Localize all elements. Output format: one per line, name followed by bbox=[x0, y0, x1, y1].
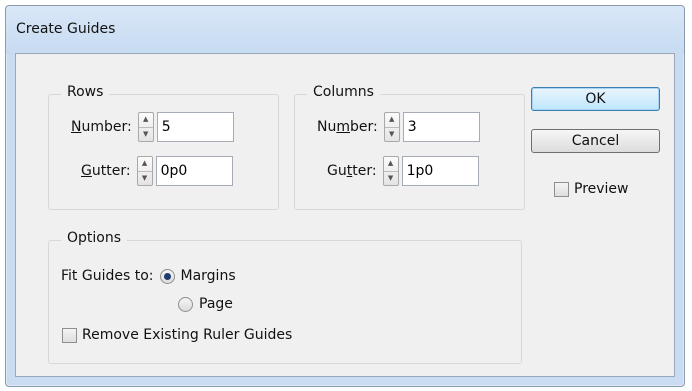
page-radio-label[interactable]: Page bbox=[199, 296, 233, 312]
rows-number-spinner[interactable]: ▲ ▼ bbox=[137, 112, 154, 142]
rows-group: Rows Number: ▲ ▼ Gutter: ▲ ▼ bbox=[48, 84, 279, 210]
columns-number-spinner[interactable]: ▲ ▼ bbox=[383, 112, 400, 142]
columns-gutter-input[interactable] bbox=[401, 156, 479, 186]
spinner-down-icon[interactable]: ▼ bbox=[138, 126, 153, 142]
remove-guides-checkbox[interactable] bbox=[62, 327, 77, 343]
spinner-down-icon[interactable]: ▼ bbox=[384, 126, 399, 142]
remove-guides-label[interactable]: Remove Existing Ruler Guides bbox=[82, 327, 292, 343]
rows-number-input[interactable] bbox=[156, 112, 234, 142]
columns-number-row: Number: ▲ ▼ bbox=[317, 111, 480, 143]
fit-guides-margins-row: Fit Guides to: Margins bbox=[61, 265, 236, 287]
rows-gutter-row: Gutter: ▲ ▼ bbox=[81, 155, 233, 187]
cancel-button[interactable]: Cancel bbox=[531, 129, 660, 153]
spinner-up-icon[interactable]: ▲ bbox=[138, 157, 152, 171]
columns-number-label: Number: bbox=[317, 119, 378, 135]
rows-gutter-label: Gutter: bbox=[81, 163, 131, 179]
title-bar: Create Guides bbox=[6, 6, 684, 54]
remove-guides-row: Remove Existing Ruler Guides bbox=[62, 324, 292, 346]
dialog-title: Create Guides bbox=[16, 21, 116, 37]
fit-guides-label: Fit Guides to: bbox=[61, 268, 154, 284]
fit-guides-page-row: Page bbox=[178, 293, 233, 315]
rows-number-row: Number: ▲ ▼ bbox=[71, 111, 234, 143]
columns-group: Columns Number: ▲ ▼ Gutter: ▲ ▼ bbox=[294, 84, 525, 210]
rows-gutter-input[interactable] bbox=[155, 156, 233, 186]
create-guides-dialog: Create Guides Rows Number: ▲ ▼ Gutter: ▲… bbox=[5, 5, 685, 387]
preview-label[interactable]: Preview bbox=[574, 181, 629, 197]
options-group: Options Fit Guides to: Margins Page Remo… bbox=[48, 230, 522, 364]
page-radio[interactable] bbox=[178, 296, 193, 312]
ok-button[interactable]: OK bbox=[531, 87, 660, 111]
dialog-content: Rows Number: ▲ ▼ Gutter: ▲ ▼ Columns bbox=[15, 53, 675, 377]
spinner-up-icon[interactable]: ▲ bbox=[139, 113, 153, 127]
rows-group-label: Rows bbox=[61, 84, 110, 100]
preview-checkbox[interactable] bbox=[554, 181, 569, 197]
preview-row: Preview bbox=[554, 178, 629, 200]
columns-number-input[interactable] bbox=[402, 112, 480, 142]
rows-number-label: Number: bbox=[71, 119, 132, 135]
spinner-up-icon[interactable]: ▲ bbox=[385, 113, 399, 127]
spinner-up-icon[interactable]: ▲ bbox=[384, 157, 398, 171]
spinner-down-icon[interactable]: ▼ bbox=[137, 170, 152, 186]
rows-gutter-spinner[interactable]: ▲ ▼ bbox=[136, 156, 153, 186]
margins-radio-label[interactable]: Margins bbox=[181, 268, 236, 284]
columns-gutter-spinner[interactable]: ▲ ▼ bbox=[382, 156, 399, 186]
spinner-down-icon[interactable]: ▼ bbox=[383, 170, 398, 186]
margins-radio[interactable] bbox=[159, 268, 175, 284]
options-group-label: Options bbox=[61, 230, 128, 246]
radio-selected-dot bbox=[163, 272, 171, 280]
columns-gutter-row: Gutter: ▲ ▼ bbox=[327, 155, 479, 187]
columns-gutter-label: Gutter: bbox=[327, 163, 377, 179]
columns-group-label: Columns bbox=[307, 84, 380, 100]
